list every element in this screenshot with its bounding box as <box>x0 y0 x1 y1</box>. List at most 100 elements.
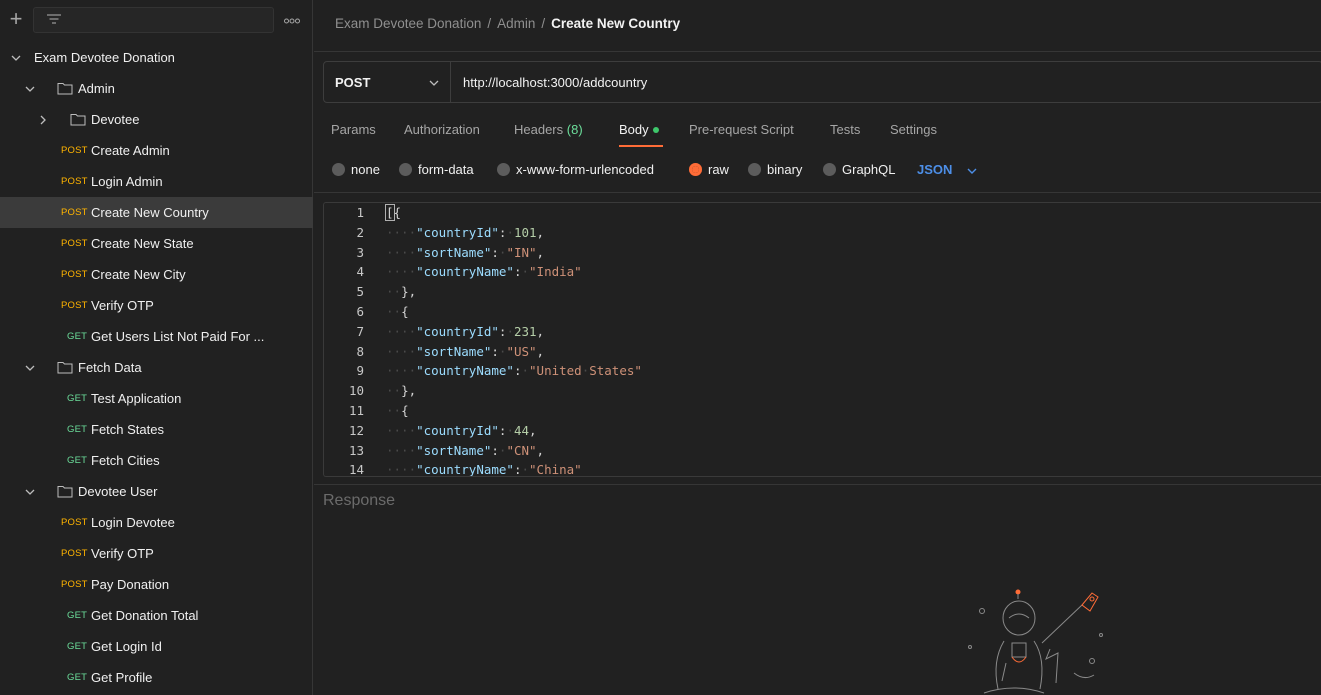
divider <box>314 192 1321 193</box>
line-number: 1 <box>356 205 364 220</box>
tree-request-fetch-cities[interactable]: GET Fetch Cities <box>0 445 313 476</box>
method-badge: POST <box>61 300 88 311</box>
url-bar: POST http://localhost:3000/addcountry <box>323 61 1321 103</box>
tab-pre-request-script[interactable]: Pre-request Script <box>689 122 794 137</box>
body-option-raw[interactable]: raw <box>689 162 729 177</box>
code-line: 13 ····"sortName":·"CN", <box>324 443 1321 463</box>
option-label: none <box>351 162 380 177</box>
tab-headers-count: (8) <box>566 122 583 137</box>
tree-request-create-new-state[interactable]: POST Create New State <box>0 228 313 259</box>
body-option-urlencoded[interactable]: x-www-form-urlencoded <box>497 162 654 177</box>
request-workspace: Exam Devotee Donation / Admin / Create New C… <box>314 0 1321 695</box>
tab-headers[interactable]: Headers (8) <box>514 122 583 137</box>
request-label: Get Profile <box>91 670 153 685</box>
code-line: 14 ····"countryName":·"China" <box>324 462 1321 477</box>
plus-icon[interactable]: + <box>7 8 25 30</box>
body-option-none[interactable]: none <box>332 162 380 177</box>
tree-folder-admin[interactable]: Admin <box>0 73 313 104</box>
body-option-graphql[interactable]: GraphQL <box>823 162 895 177</box>
radio-selected-icon <box>689 163 702 177</box>
tree-request-login-admin[interactable]: POST Login Admin <box>0 166 313 197</box>
active-tab-indicator <box>619 145 663 147</box>
body-option-form-data[interactable]: form-data <box>399 162 474 177</box>
option-label: binary <box>767 162 803 177</box>
request-label: Verify OTP <box>91 546 154 561</box>
breadcrumb-current[interactable]: Create New Country <box>551 16 680 31</box>
tree-folder-devotee-user[interactable]: Devotee User <box>0 476 313 507</box>
tree-request-verify-otp[interactable]: POST Verify OTP <box>0 290 313 321</box>
tree-folder-fetch-data[interactable]: Fetch Data <box>0 352 313 383</box>
tab-body[interactable]: Body <box>619 122 659 137</box>
breadcrumb-folder[interactable]: Admin <box>497 16 535 31</box>
body-option-binary[interactable]: binary <box>748 162 802 177</box>
request-label: Create New State <box>91 236 194 251</box>
tree-collection-exam-devotee-donation[interactable]: Exam Devotee Donation <box>0 42 313 73</box>
chevron-down-icon[interactable] <box>24 486 36 498</box>
tree-request-get-users-list[interactable]: GET Get Users List Not Paid For ... <box>0 321 313 352</box>
tab-authorization[interactable]: Authorization <box>404 122 480 137</box>
body-type-options: none form-data x-www-form-urlencoded raw… <box>332 161 1032 181</box>
code-text: [{ <box>385 204 402 221</box>
chevron-right-icon[interactable] <box>37 114 49 126</box>
tree-request-pay-donation[interactable]: POST Pay Donation <box>0 569 313 600</box>
code-editor[interactable]: 1 [{2 ····"countryId":·101, 3 ····"sortName"… <box>323 202 1321 477</box>
code-text: ··}, <box>386 383 417 399</box>
tree-request-test-application[interactable]: GET Test Application <box>0 383 313 414</box>
breadcrumb-separator: / <box>487 16 492 31</box>
line-number: 14 <box>348 462 364 477</box>
chevron-down-icon[interactable] <box>24 362 36 374</box>
collection-tree: Exam Devotee Donation Admin Devotee POST… <box>0 42 313 693</box>
code-text: ··}, <box>386 284 417 300</box>
radio-icon <box>497 163 510 177</box>
tree-request-create-new-country[interactable]: POST Create New Country <box>0 197 313 228</box>
method-select[interactable]: POST <box>324 62 451 102</box>
request-label: Create New City <box>91 267 186 282</box>
radio-icon <box>748 163 761 177</box>
line-number: 6 <box>356 304 364 319</box>
request-label: Fetch Cities <box>91 453 160 468</box>
filter-input[interactable] <box>33 7 274 33</box>
tree-request-get-donation-total[interactable]: GET Get Donation Total <box>0 600 313 631</box>
line-number: 3 <box>356 244 364 260</box>
code-line: 5 ··}, <box>324 284 1321 304</box>
tab-tests[interactable]: Tests <box>830 122 860 137</box>
tree-request-create-new-city[interactable]: POST Create New City <box>0 259 313 290</box>
url-input[interactable]: http://localhost:3000/addcountry <box>463 75 647 90</box>
tab-settings[interactable]: Settings <box>890 122 937 137</box>
folder-icon <box>57 486 73 498</box>
line-number: 11 <box>348 403 364 418</box>
method-badge: POST <box>61 517 88 528</box>
method-badge: POST <box>61 207 88 218</box>
method-badge: POST <box>61 238 88 249</box>
request-label: Get Login Id <box>91 639 162 654</box>
tree-request-verify-otp-devotee[interactable]: POST Verify OTP <box>0 538 313 569</box>
body-format-select[interactable]: JSON <box>917 162 952 177</box>
method-badge: GET <box>67 672 88 683</box>
breadcrumb-collection[interactable]: Exam Devotee Donation <box>335 16 481 31</box>
code-text: ··{ <box>386 403 409 418</box>
more-options-icon[interactable] <box>284 12 300 26</box>
request-label: Login Admin <box>91 174 163 189</box>
method-badge: GET <box>67 393 88 404</box>
tree-request-fetch-states[interactable]: GET Fetch States <box>0 414 313 445</box>
chevron-down-icon[interactable] <box>966 165 978 177</box>
chevron-down-icon[interactable] <box>10 52 22 64</box>
line-number: 10 <box>348 383 364 399</box>
code-text: ····"sortName":·"CN", <box>386 442 545 458</box>
tree-label: Fetch Data <box>78 360 142 375</box>
request-label: Get Users List Not Paid For ... <box>91 329 265 344</box>
method-badge: GET <box>67 610 88 621</box>
tree-label: Devotee User <box>78 484 158 499</box>
chevron-down-icon[interactable] <box>24 83 36 95</box>
method-badge: POST <box>61 548 88 559</box>
tree-request-get-profile[interactable]: GET Get Profile <box>0 662 313 693</box>
tree-request-login-devotee[interactable]: POST Login Devotee <box>0 507 313 538</box>
tab-params[interactable]: Params <box>331 122 376 137</box>
method-badge: POST <box>61 176 88 187</box>
tree-request-get-login-id[interactable]: GET Get Login Id <box>0 631 313 662</box>
tree-folder-devotee[interactable]: Devotee <box>0 104 313 135</box>
request-label: Create Admin <box>91 143 170 158</box>
tree-request-create-admin[interactable]: POST Create Admin <box>0 135 313 166</box>
method-badge: POST <box>61 269 88 280</box>
method-badge: GET <box>67 424 88 435</box>
